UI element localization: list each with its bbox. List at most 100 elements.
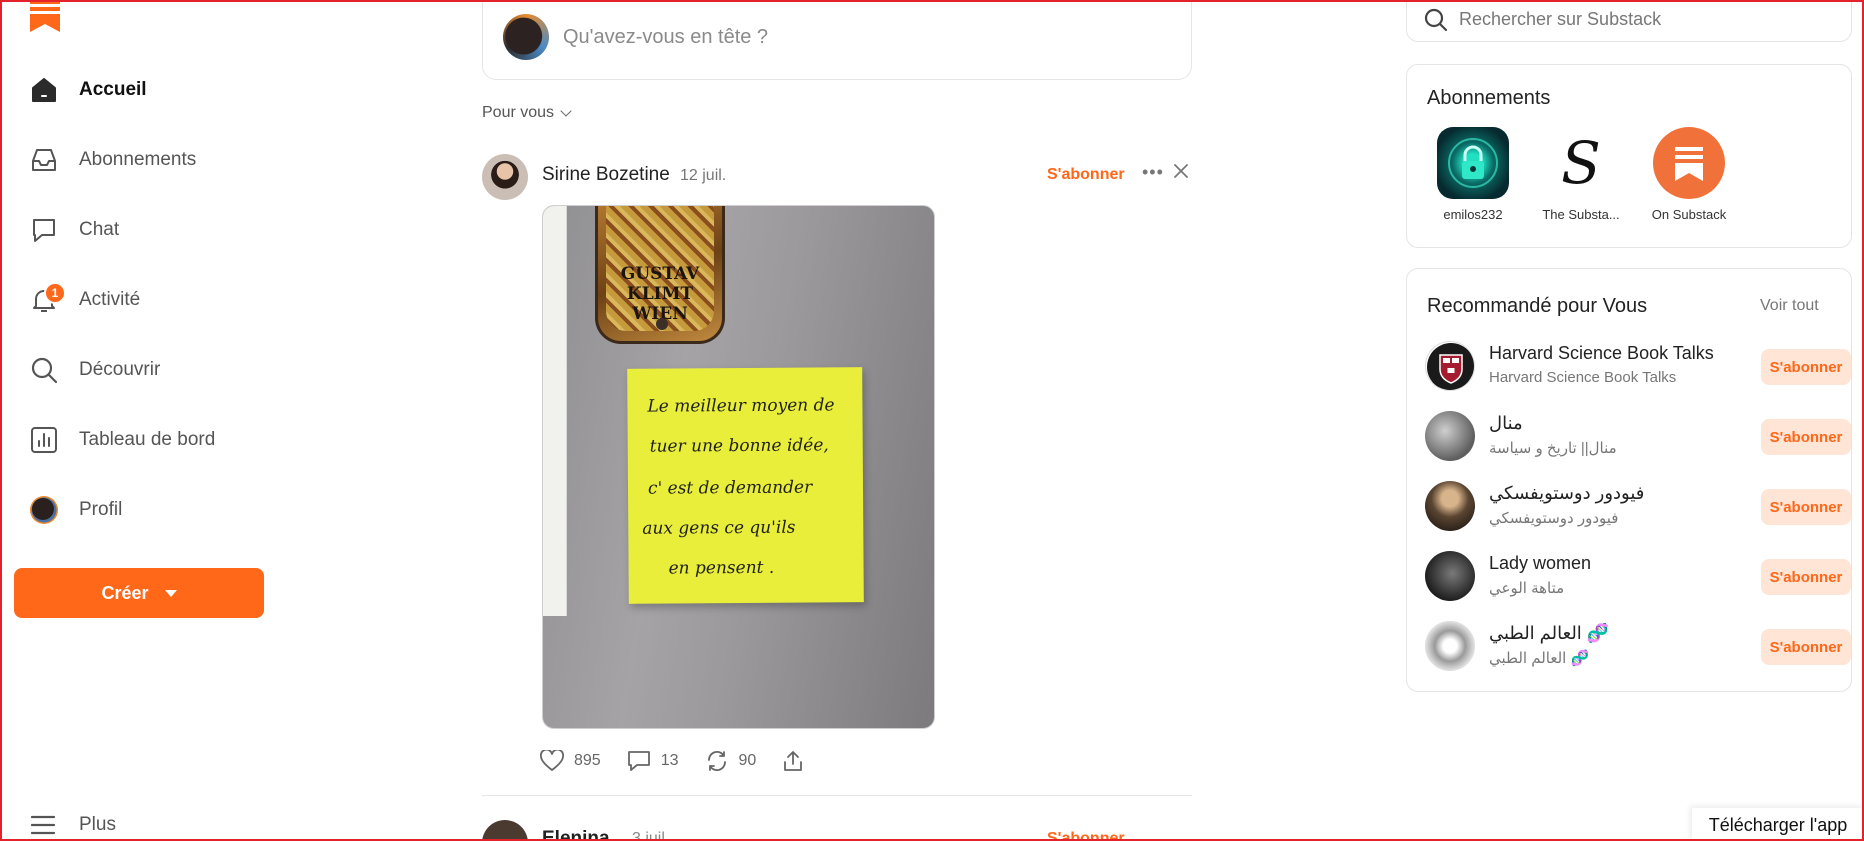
note-line: tuer une bonne idée, [649, 435, 829, 457]
post-date[interactable]: 3 juil. [632, 830, 669, 841]
author-photo-avatar [1425, 411, 1475, 461]
subscription-item[interactable]: emilos232 [1423, 127, 1523, 222]
user-avatar [503, 14, 549, 60]
create-button-label: Créer [101, 582, 149, 603]
subscribe-button[interactable]: S'abonner [1047, 166, 1125, 184]
substack-logo-icon[interactable] [30, 0, 60, 32]
comment-button[interactable]: 13 [627, 750, 679, 772]
subscribe-button[interactable]: S'abonner [1761, 349, 1851, 385]
post-date[interactable]: 12 juil. [680, 167, 726, 185]
post-header: Sirine Bozetine 12 juil. S'abonner ••• [482, 154, 1192, 200]
author-photo-avatar [1425, 551, 1475, 601]
see-all-link[interactable]: Voir tout [1760, 297, 1819, 315]
sidebar-item-label: Activité [79, 289, 141, 310]
on-substack-logo-icon [1653, 127, 1725, 199]
magnet-text-line: KLIMT [626, 284, 694, 304]
recommendation-name: منال [1489, 413, 1523, 433]
subscribe-button[interactable]: S'abonner [1761, 629, 1851, 665]
sidebar-item-abonnements[interactable]: Abonnements [0, 134, 280, 186]
create-button[interactable]: Créer [14, 568, 264, 618]
subscription-name: The Substa... [1542, 207, 1620, 222]
note-line: en pensent . [668, 557, 775, 579]
recommendation-row[interactable]: Lady women متاهة الوعي S'abonner [1425, 551, 1851, 603]
author-photo-avatar [1425, 621, 1475, 671]
notification-badge: 1 [44, 282, 66, 304]
subscribe-button[interactable]: S'abonner [1761, 559, 1851, 595]
harvard-shield-avatar [1425, 341, 1475, 391]
magnet-text-line: GUSTAV [620, 264, 700, 284]
sidebar-item-label: Abonnements [79, 149, 197, 170]
subscription-name: emilos232 [1443, 207, 1503, 222]
post-actions: 895 13 90 [540, 748, 830, 774]
recommendation-name: العالم الطبي 🧬 [1489, 623, 1610, 643]
recommendation-row[interactable]: منال منال|| تاريخ و سياسة S'abonner [1425, 411, 1851, 463]
subscriptions-card: Abonnements emilos232 S The Substa... On… [1406, 64, 1852, 248]
author-avatar[interactable] [482, 154, 528, 200]
sticky-note: Le meilleur moyen de tuer une bonne idée… [627, 367, 864, 604]
sidebar-item-activite[interactable]: 1 Activité [0, 274, 280, 326]
chevron-down-icon [560, 105, 572, 117]
feed-filter-label: Pour vous [482, 104, 555, 121]
search-input[interactable]: Rechercher sur Substack [1459, 9, 1661, 30]
feed-filter-dropdown[interactable]: Pour vous [482, 104, 572, 122]
search-icon [28, 354, 60, 386]
recommendation-row[interactable]: العالم الطبي 🧬 العالم الطبي 🧬 S'abonner [1425, 621, 1851, 673]
card-title: Abonnements [1427, 87, 1551, 109]
recommendation-row[interactable]: فيودور دوستويفسكي فيودور دوستويفسكي S'ab… [1425, 481, 1851, 533]
post-image[interactable]: GUSTAV KLIMT WIEN Le meilleur moyen de t… [542, 205, 935, 729]
share-icon [784, 751, 803, 771]
subscribe-button[interactable]: S'abonner [1761, 489, 1851, 525]
subscription-item[interactable]: S The Substa... [1531, 127, 1631, 222]
author-avatar[interactable] [482, 820, 528, 841]
recommended-card: Recommandé pour Vous Voir tout Harvard S… [1406, 268, 1852, 692]
sidebar-item-tableau-de-bord[interactable]: Tableau de bord [0, 414, 280, 466]
recommendation-subtitle: العالم الطبي 🧬 [1489, 650, 1590, 667]
composer-placeholder: Qu'avez-vous en tête ? [563, 26, 769, 48]
recommendation-subtitle: منال|| تاريخ و سياسة [1489, 440, 1617, 457]
recommendation-subtitle: متاهة الوعي [1489, 580, 1565, 597]
paper-strip [543, 206, 567, 616]
recommendation-subtitle: Harvard Science Book Talks [1489, 369, 1677, 386]
restack-count: 90 [738, 752, 757, 769]
inbox-icon [28, 144, 60, 176]
like-button[interactable]: 895 [540, 750, 601, 772]
restack-button[interactable]: 90 [705, 750, 757, 772]
home-icon [28, 74, 60, 106]
post-author[interactable]: Sirine Bozetine [542, 164, 670, 186]
recommendation-name: فيودور دوستويفسكي [1489, 483, 1645, 503]
sidebar-item-chat[interactable]: Chat [0, 204, 280, 256]
post-composer[interactable]: Qu'avez-vous en tête ? [482, 0, 1192, 80]
sidebar-item-label: Tableau de bord [79, 429, 216, 450]
subscription-item[interactable]: On Substack [1639, 127, 1739, 222]
sidebar-item-label: Plus [79, 814, 116, 835]
comment-icon [627, 751, 650, 771]
post-author[interactable]: Elenina [542, 828, 610, 841]
sidebar-item-decouvrir[interactable]: Découvrir [0, 344, 280, 396]
sidebar-item-plus[interactable]: Plus [0, 808, 280, 841]
recommendation-row[interactable]: Harvard Science Book Talks Harvard Scien… [1425, 341, 1851, 393]
note-line: c' est de demander [647, 477, 813, 499]
heart-icon [540, 750, 564, 771]
caret-down-icon [164, 589, 177, 597]
author-photo-avatar [1425, 481, 1475, 531]
substack-s-logo-icon: S [1545, 127, 1617, 199]
recommendation-name: Lady women [1489, 553, 1592, 573]
subscribe-button[interactable]: S'abonner [1761, 419, 1851, 455]
card-title: Recommandé pour Vous [1427, 295, 1648, 317]
download-app-button[interactable]: Télécharger l'app [1692, 808, 1864, 841]
like-count: 895 [574, 752, 601, 769]
search-bar[interactable]: Rechercher sur Substack [1406, 0, 1852, 42]
more-options-icon[interactable]: ••• [1142, 162, 1164, 183]
share-button[interactable] [782, 750, 804, 772]
subscribe-button[interactable]: S'abonner [1047, 830, 1125, 841]
close-icon[interactable] [1174, 164, 1188, 178]
svg-text:S: S [1561, 129, 1601, 197]
profile-avatar [28, 494, 60, 526]
sidebar-item-label: Accueil [79, 79, 147, 100]
note-line: Le meilleur moyen de [647, 395, 835, 417]
sidebar-item-label: Profil [79, 499, 123, 520]
sidebar-item-accueil[interactable]: Accueil [0, 64, 280, 116]
recommendation-name: Harvard Science Book Talks [1489, 343, 1714, 363]
chat-bubble-icon [28, 214, 60, 246]
sidebar-item-profil[interactable]: Profil [0, 484, 280, 536]
